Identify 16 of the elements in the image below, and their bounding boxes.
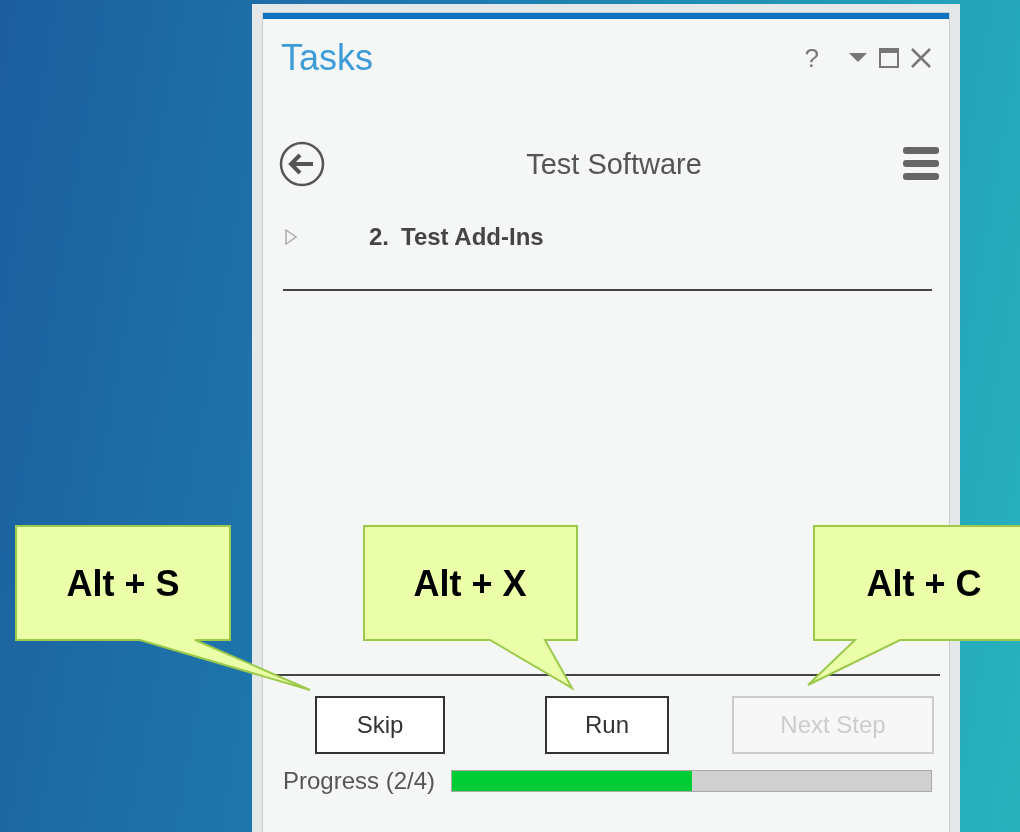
pane-title: Tasks: [281, 37, 375, 79]
run-button[interactable]: Run: [545, 696, 669, 754]
progress-label: Progress (2/4): [283, 767, 436, 795]
maximize-icon[interactable]: [879, 48, 899, 68]
menu-icon[interactable]: [903, 147, 939, 181]
step-title: Test Add-Ins: [401, 223, 544, 251]
shortcut-label: Alt + C: [866, 563, 982, 605]
step-number: 2.: [369, 223, 389, 251]
expand-triangle-icon[interactable]: [285, 229, 297, 245]
shortcut-label: Alt + X: [413, 563, 527, 605]
help-button[interactable]: ?: [804, 42, 819, 74]
skip-button[interactable]: Skip: [315, 696, 445, 754]
shortcut-label: Alt + S: [66, 563, 180, 605]
dropdown-icon[interactable]: [849, 53, 867, 63]
close-icon[interactable]: [911, 48, 931, 68]
task-title: Test Software: [525, 147, 703, 181]
